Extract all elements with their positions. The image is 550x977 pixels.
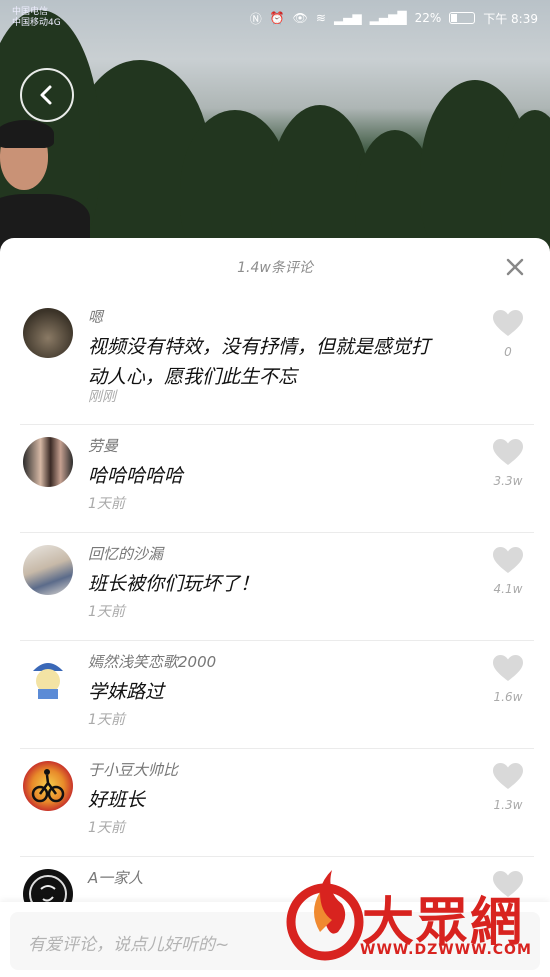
status-bar: 中国电信 中国移动4G Ⓝ ⏰ 👁 ≋ ▂▄▆ ▂▄▆█ 22% 下午 8:39 <box>0 0 550 36</box>
avatar[interactable] <box>23 653 73 703</box>
carrier-1: 中国电信 <box>12 7 49 17</box>
comment-time: 1天前 <box>88 496 125 512</box>
avatar[interactable] <box>23 437 73 487</box>
comment-username[interactable]: 嗯 <box>88 306 103 327</box>
alarm-icon: ⏰ <box>269 11 285 25</box>
comment-username[interactable]: A一家人 <box>88 867 143 888</box>
sheet-header: 1.4w条评论 <box>0 238 550 296</box>
comment-time: 1天前 <box>88 712 125 728</box>
avatar[interactable] <box>23 545 73 595</box>
comment-count-title: 1.4w条评论 <box>237 260 313 276</box>
like-button[interactable]: 0 <box>488 310 528 359</box>
heart-icon <box>493 310 523 336</box>
signal-2g-icon: ▂▄▆ <box>333 11 362 25</box>
nfc-icon: Ⓝ <box>249 11 262 26</box>
like-button[interactable]: 1.3w <box>488 763 528 812</box>
heart-icon <box>493 763 523 789</box>
eye-icon: 👁 <box>292 11 308 25</box>
like-count: 4.1w <box>493 582 523 596</box>
comment-username[interactable]: 回忆的沙漏 <box>88 543 163 564</box>
comment-input-placeholder: 有爱评论，说点儿好听的~ <box>28 935 230 955</box>
comment-time: 1天前 <box>88 820 125 836</box>
watermark-logo: 大眾網 WWW.DZWWW.COM <box>280 862 548 972</box>
comment-item: 劳曼 哈哈哈哈哈 1天前 3.3w <box>20 425 534 533</box>
watermark-url: WWW.DZWWW.COM <box>360 942 532 958</box>
chevron-left-icon <box>40 85 52 105</box>
signal-4g-icon: ▂▄▆█ <box>369 11 407 25</box>
like-button[interactable]: 4.1w <box>488 547 528 596</box>
close-icon <box>506 258 524 276</box>
comment-username[interactable]: 嫣然浅笑恋歌2000 <box>88 651 216 672</box>
bike-rider-icon <box>31 769 65 803</box>
comment-text: 班长被你们玩坏了！ <box>88 573 260 595</box>
cartoon-avatar-icon <box>33 663 63 699</box>
like-button[interactable]: 1.6w <box>488 655 528 704</box>
carrier-info: 中国电信 中国移动4G <box>12 7 61 29</box>
comment-item: 嫣然浅笑恋歌2000 学妹路过 1天前 1.6w <box>20 641 534 749</box>
comment-username[interactable]: 劳曼 <box>88 435 118 456</box>
comment-time: 刚刚 <box>88 389 116 405</box>
comment-text: 学妹路过 <box>88 681 165 703</box>
comment-time: 1天前 <box>88 604 125 620</box>
battery-percent: 22% <box>414 11 442 25</box>
battery-icon <box>449 12 476 24</box>
comment-item: 于小豆大帅比 好班长 1天前 1.3w <box>20 749 534 857</box>
comment-text: 哈哈哈哈哈 <box>88 465 184 487</box>
like-button[interactable]: 3.3w <box>488 439 528 488</box>
clock: 下午 8:39 <box>483 11 538 26</box>
like-count: 3.3w <box>493 474 523 488</box>
close-button[interactable] <box>502 254 528 280</box>
avatar[interactable] <box>23 761 73 811</box>
like-count: 1.3w <box>493 798 523 812</box>
flame-logo-icon <box>286 870 364 961</box>
like-count: 1.6w <box>493 690 523 704</box>
avatar[interactable] <box>23 308 73 358</box>
comment-text: 好班长 <box>88 789 146 811</box>
carrier-2: 中国移动4G <box>12 18 61 28</box>
status-icons: Ⓝ ⏰ 👁 ≋ ▂▄▆ ▂▄▆█ 22% 下午 8:39 <box>250 10 538 27</box>
heart-icon <box>493 655 523 681</box>
person-in-video <box>0 118 90 254</box>
heart-icon <box>493 439 523 465</box>
comment-item: 嗯 视频没有特效，没有抒情，但就是感觉打动人心，愿我们此生不忘 刚刚 0 <box>20 296 534 425</box>
comment-username[interactable]: 于小豆大帅比 <box>88 759 178 780</box>
like-count: 0 <box>504 345 512 359</box>
wifi-icon: ≋ <box>315 11 326 25</box>
comment-item: 回忆的沙漏 班长被你们玩坏了！ 1天前 4.1w <box>20 533 534 641</box>
back-button[interactable] <box>20 68 74 122</box>
comment-text: 视频没有特效，没有抒情，但就是感觉打动人心，愿我们此生不忘 <box>88 336 431 388</box>
heart-icon <box>493 547 523 573</box>
video-background <box>0 0 550 270</box>
